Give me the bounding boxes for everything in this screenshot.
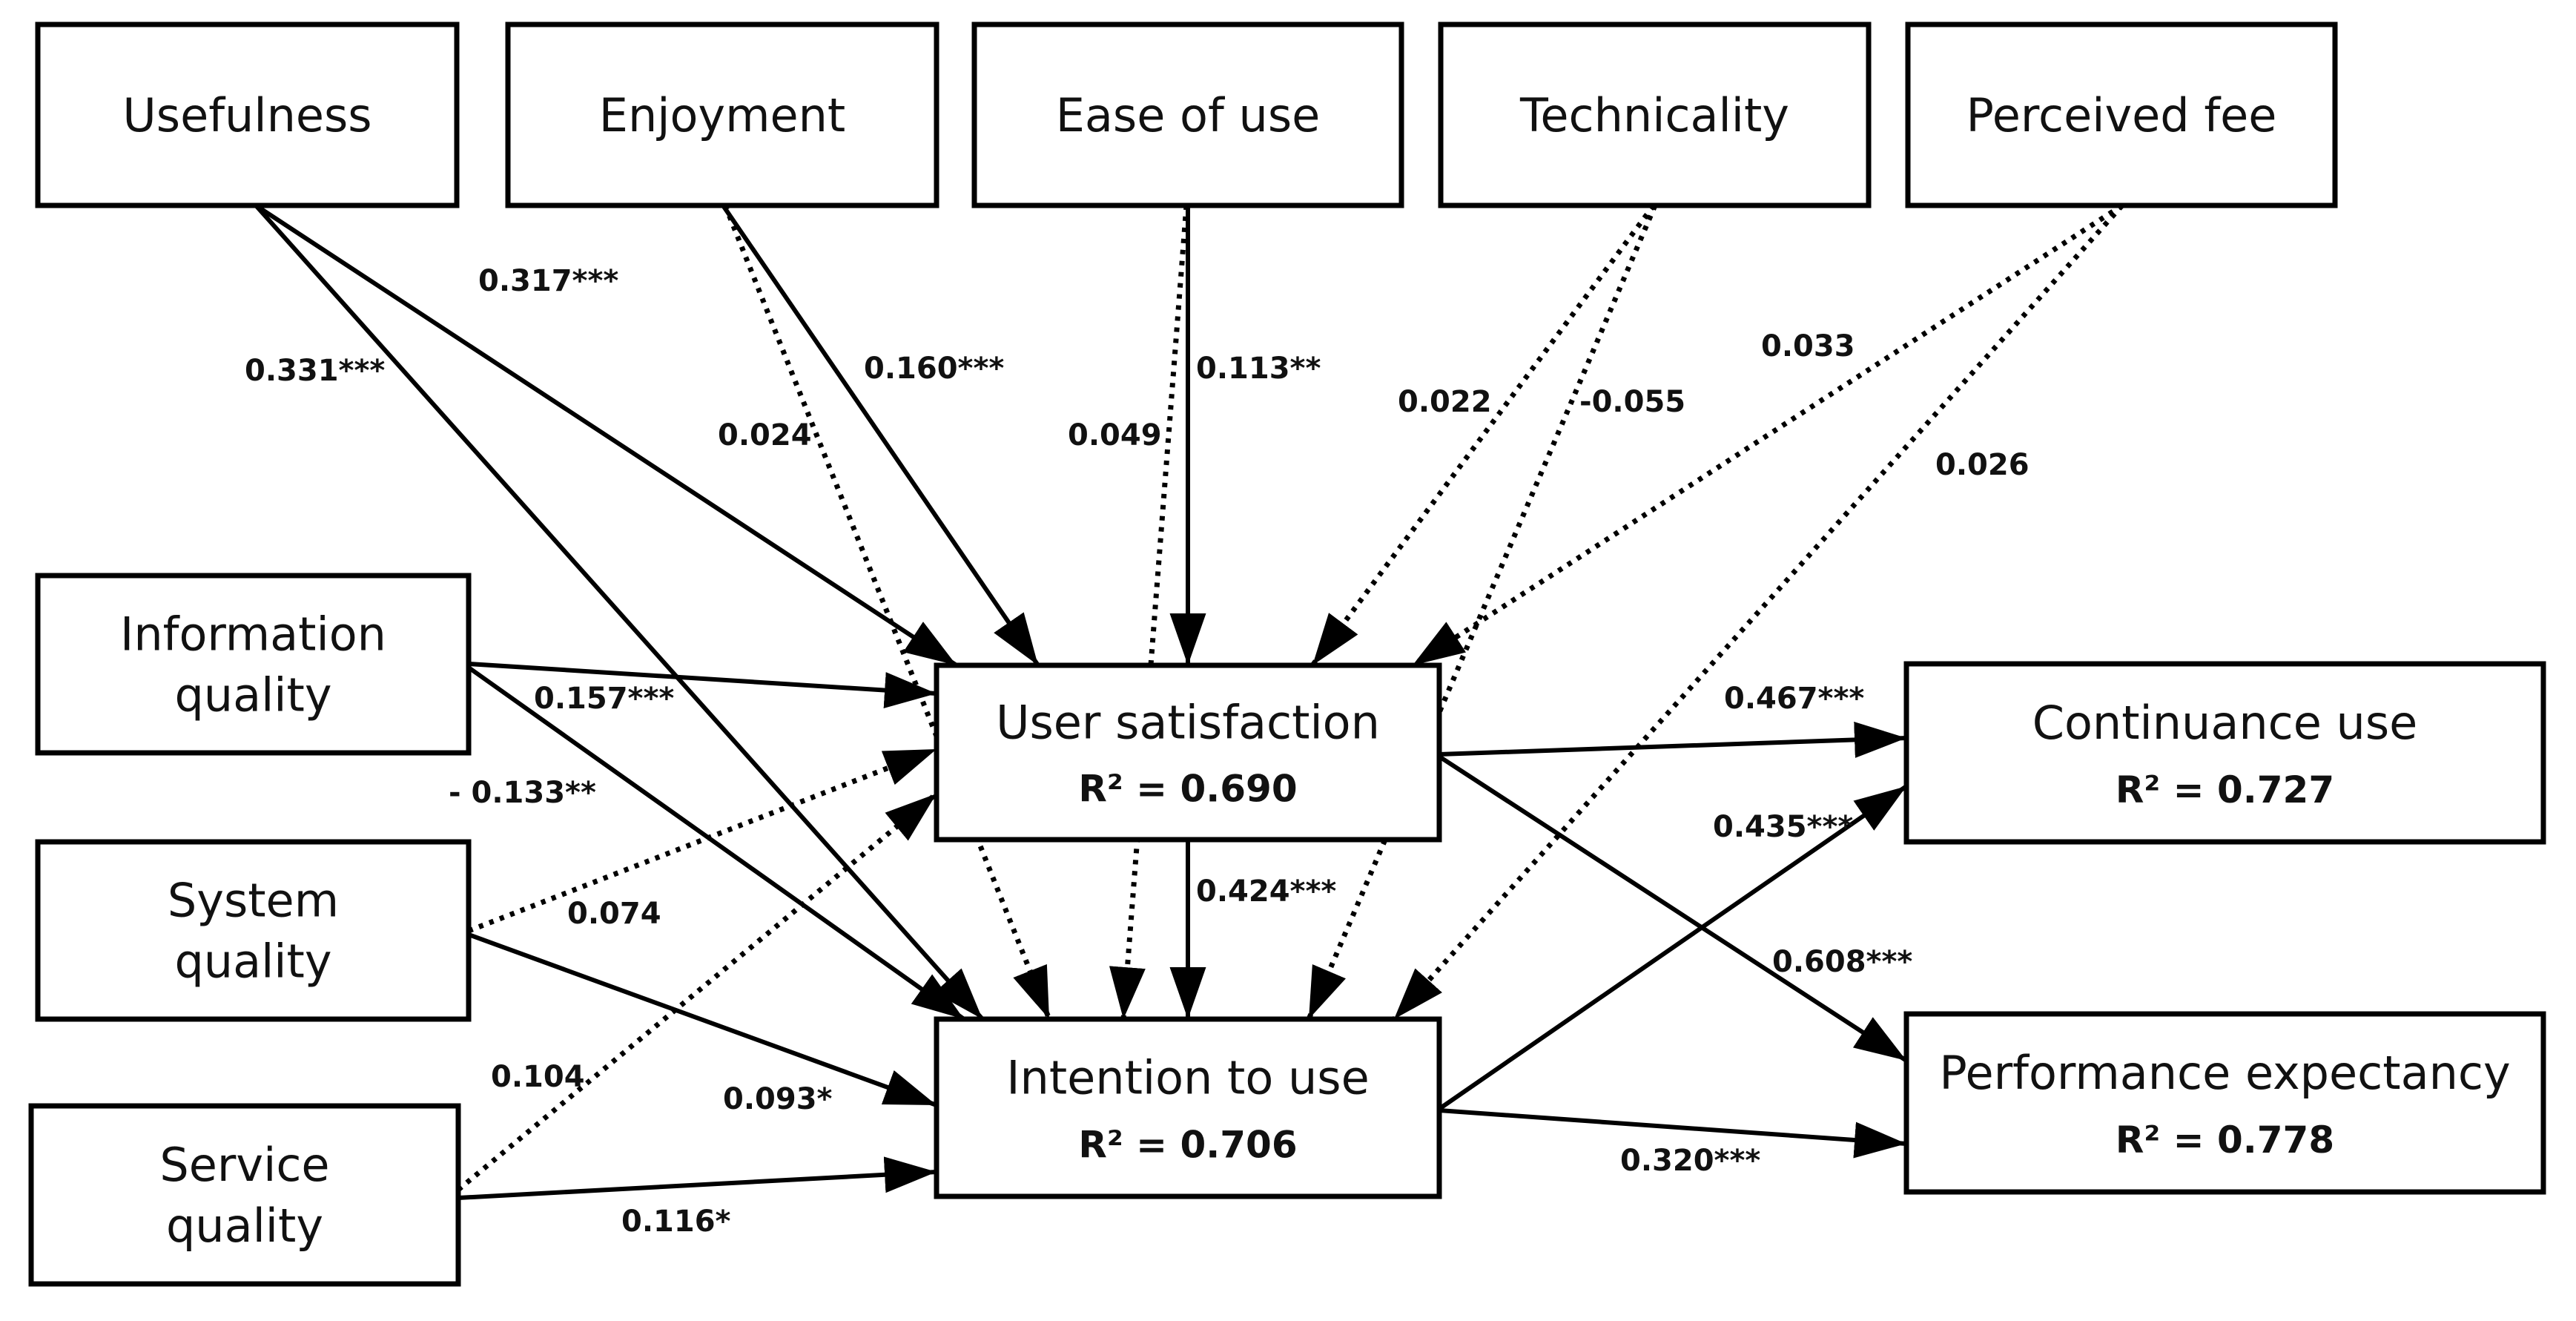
path-usat-to-perf — [1438, 754, 1908, 1063]
construct-sysq: System quality — [35, 839, 472, 1022]
path-coefficient-label: 0.320*** — [1620, 1144, 1760, 1178]
r-squared-value: R² = 0.778 — [2116, 1119, 2334, 1162]
construct-name: quality — [166, 1199, 323, 1253]
path-servq-to-intent — [458, 1156, 937, 1200]
path-coefficient-label: - 0.133** — [449, 776, 596, 810]
construct-box — [35, 839, 472, 1022]
construct-name: Perceived fee — [1966, 88, 2277, 142]
construct-name: System — [168, 874, 339, 928]
path-technicality-to-usat — [1310, 203, 1656, 668]
path-coefficient-label: 0.113** — [1196, 352, 1321, 386]
construct-infoq: Information quality — [35, 573, 472, 756]
construct-perf: Performance expectancy R² = 0.778 — [1903, 1011, 2546, 1195]
path-coefficient-label: 0.074 — [567, 897, 661, 931]
path-coefficient-label: 0.093* — [723, 1082, 833, 1116]
construct-fee: Perceived fee — [1905, 22, 2338, 208]
path-coefficient-label: 0.317*** — [478, 264, 618, 298]
path-coefficient-label: 0.024 — [718, 418, 812, 452]
path-diagram: 0.317*** 0.331*** 0.160*** 0.024 0.113** 0.04… — [28, 22, 2546, 1287]
construct-cont: Continuance use R² = 0.727 — [1903, 661, 2546, 845]
path-coefficient-label: 0.331*** — [245, 354, 385, 388]
construct-box — [934, 1016, 1442, 1199]
path-coefficient-label: 0.116* — [621, 1205, 731, 1239]
path-coefficient-label: 0.026 — [1935, 448, 2030, 482]
construct-name: Continuance use — [2032, 696, 2418, 750]
path-coefficient-label: -0.055 — [1579, 385, 1685, 419]
path-coefficient-label: 0.424*** — [1196, 874, 1336, 909]
construct-name: quality — [174, 668, 331, 722]
construct-name: quality — [174, 935, 331, 989]
construct-box — [1903, 1011, 2546, 1195]
construct-name: Usefulness — [122, 88, 371, 142]
path-coefficient-label: 0.049 — [1068, 418, 1162, 452]
constructs-layer: Usefulness Enjoyment Ease of use Technicali… — [28, 22, 2546, 1287]
path-ease-to-intent — [1109, 205, 1189, 1020]
path-fee-to-intent — [1392, 203, 2124, 1021]
construct-name: Enjoyment — [599, 88, 845, 142]
r-squared-value: R² = 0.690 — [1078, 767, 1297, 810]
r-squared-value: R² = 0.727 — [2116, 768, 2334, 811]
construct-usat: User satisfaction R² = 0.690 — [934, 662, 1442, 843]
r-squared-value: R² = 0.706 — [1078, 1123, 1297, 1166]
construct-box — [35, 573, 472, 756]
construct-name: Ease of use — [1056, 88, 1321, 142]
path-coefficient-label: 0.608*** — [1772, 945, 1912, 979]
path-coefficient-label: 0.467*** — [1724, 682, 1864, 716]
construct-name: User satisfaction — [996, 696, 1380, 750]
path-technicality-to-intent — [1306, 204, 1658, 1021]
path-coefficient-label: 0.157*** — [534, 682, 674, 716]
path-coefficient-label: 0.435*** — [1713, 810, 1853, 844]
construct-box — [934, 662, 1442, 843]
construct-name: Service — [159, 1138, 329, 1192]
construct-technicality: Technicality — [1438, 22, 1872, 208]
construct-box — [1903, 661, 2546, 845]
path-coefficient-label: 0.104 — [491, 1060, 585, 1094]
construct-name: Intention to use — [1006, 1050, 1370, 1104]
path-servq-to-usat — [456, 791, 939, 1192]
construct-servq: Service quality — [28, 1103, 461, 1287]
path-intent-to-perf — [1439, 1108, 1907, 1159]
construct-ease: Ease of use — [971, 22, 1404, 208]
path-usat-to-cont — [1439, 721, 1907, 758]
construct-intent: Intention to use R² = 0.706 — [934, 1016, 1442, 1199]
path-coefficient-label: 0.033 — [1761, 329, 1855, 363]
construct-enjoyment: Enjoyment — [505, 22, 939, 208]
path-fee-to-usat — [1411, 203, 2124, 668]
construct-box — [28, 1103, 461, 1287]
path-coefficient-label: 0.022 — [1398, 385, 1492, 419]
construct-name: Information — [120, 607, 386, 662]
construct-name: Technicality — [1519, 88, 1789, 142]
construct-name: Performance expectancy — [1939, 1046, 2510, 1100]
construct-usefulness: Usefulness — [35, 22, 460, 208]
path-coefficient-label: 0.160*** — [864, 352, 1004, 386]
